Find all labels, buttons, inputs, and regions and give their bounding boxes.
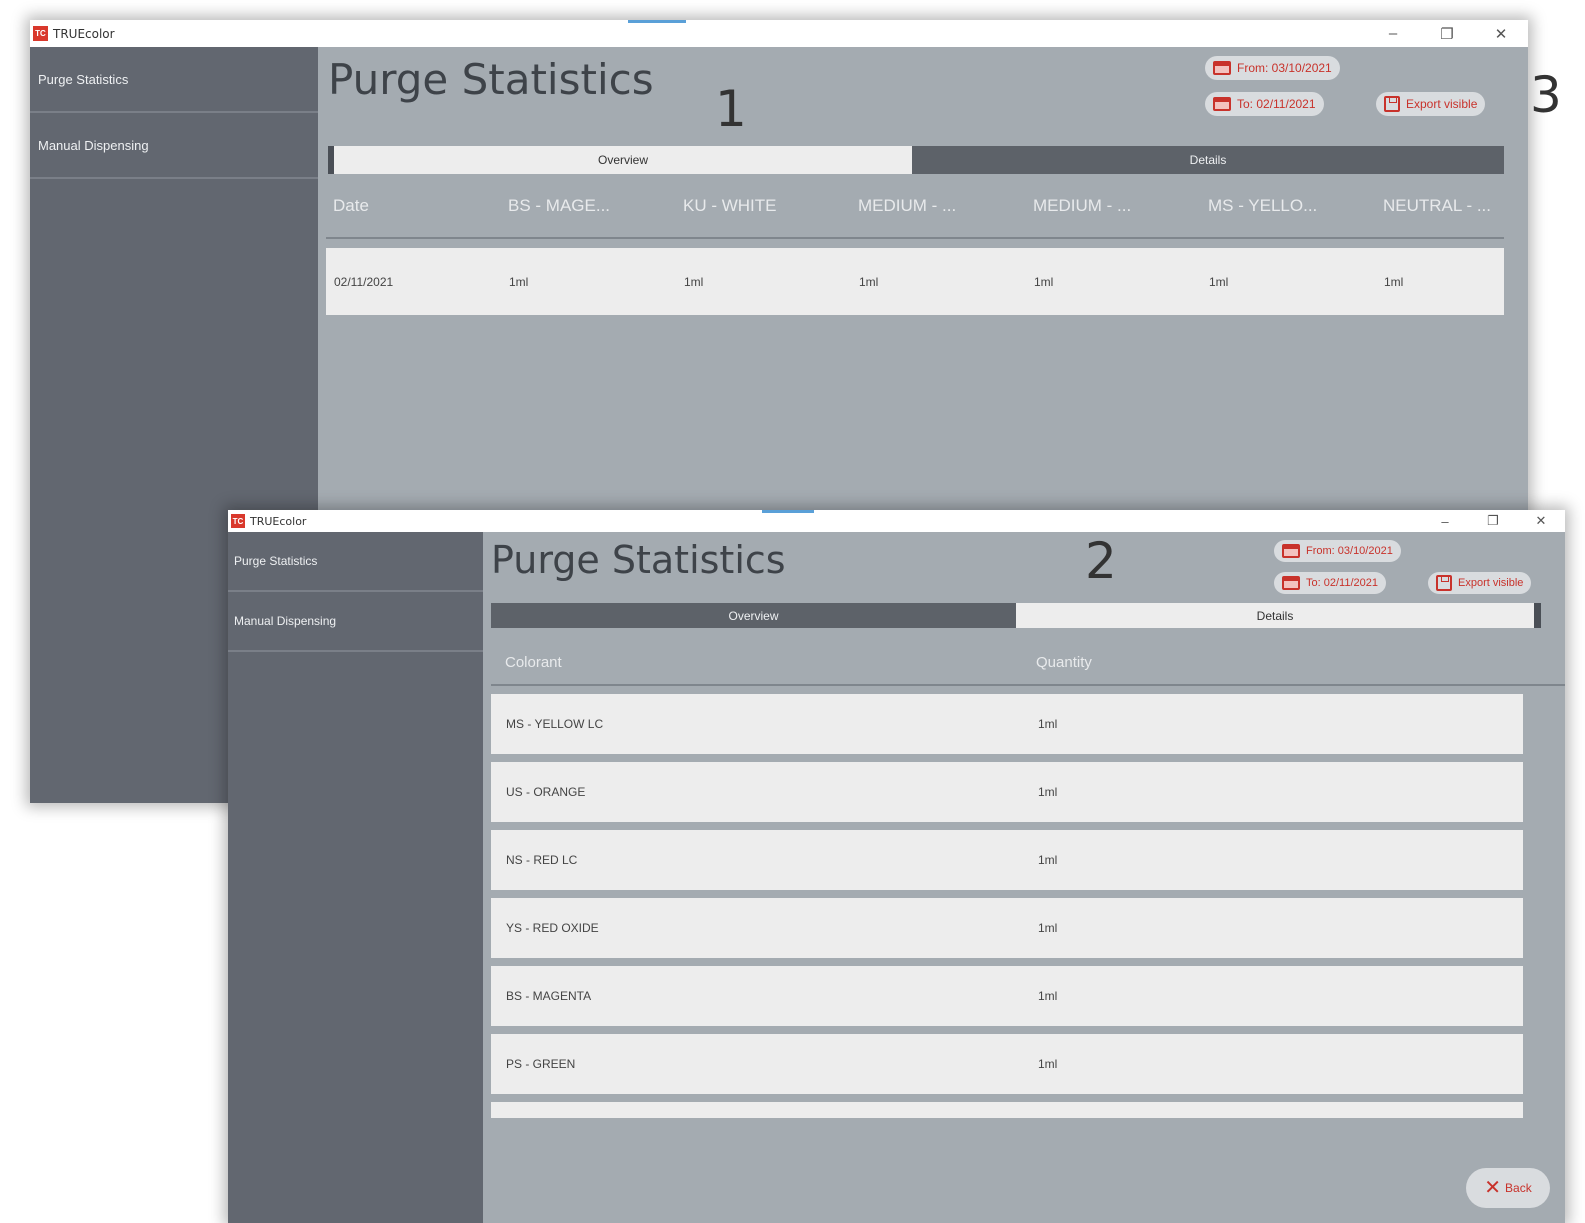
calendar-icon — [1282, 576, 1300, 590]
column-header[interactable]: NEUTRAL - ... — [1383, 196, 1491, 216]
maximize-button[interactable]: ❐ — [1420, 20, 1474, 47]
export-visible-button[interactable]: Export visible — [1428, 572, 1532, 594]
column-header-colorant[interactable]: Colorant — [505, 654, 562, 671]
table-cell: 1ml — [1384, 275, 1404, 289]
tab-bar: Overview Details — [491, 603, 1541, 628]
table-row[interactable]: YS - RED OXIDE 1ml — [491, 898, 1523, 958]
title-bar[interactable]: TC TRUEcolor – ❐ ✕ — [228, 510, 1565, 532]
export-visible-label: Export visible — [1406, 97, 1478, 111]
sidebar-item-manual-dispensing[interactable]: Manual Dispensing — [30, 113, 318, 179]
close-x-icon: ✕ — [1484, 1177, 1502, 1199]
header-divider — [491, 684, 1565, 686]
tab-overview[interactable]: Overview — [334, 146, 912, 174]
to-date-label: To: 02/11/2021 — [1306, 577, 1378, 589]
colorant-cell: US - ORANGE — [506, 785, 586, 799]
sidebar: Purge Statistics Manual Dispensing — [228, 532, 483, 1223]
quantity-cell: 1ml — [1038, 785, 1058, 799]
colorant-cell: BS - MAGENTA — [506, 989, 592, 1003]
export-visible-button[interactable]: Export visible — [1376, 92, 1486, 116]
sidebar-item-purge-statistics[interactable]: Purge Statistics — [30, 47, 318, 113]
table-cell: 1ml — [509, 275, 529, 289]
page-title: Purge Statistics — [328, 55, 654, 104]
table-cell: 02/11/2021 — [334, 275, 394, 289]
annotation-number-1: 1 — [715, 80, 747, 138]
title-bar[interactable]: TC TRUEcolor – ❐ ✕ — [30, 20, 1528, 47]
annotation-number-3: 3 — [1530, 66, 1562, 124]
app-title: TRUEcolor — [250, 514, 307, 528]
table-row[interactable]: PS - GREEN 1ml — [491, 1034, 1523, 1094]
table-row[interactable]: BS - MAGENTA 1ml — [491, 966, 1523, 1026]
title-accent — [762, 510, 814, 513]
column-header[interactable]: KU - WHITE — [683, 196, 777, 216]
minimize-button[interactable]: – — [1366, 20, 1420, 47]
column-header[interactable]: MS - YELLO... — [1208, 196, 1317, 216]
colorant-cell: YS - RED OXIDE — [506, 921, 599, 935]
sidebar-item-manual-dispensing[interactable]: Manual Dispensing — [228, 592, 483, 652]
to-date-button[interactable]: To: 02/11/2021 — [1274, 572, 1386, 594]
window-controls: – ❐ ✕ — [1366, 20, 1528, 47]
title-accent — [628, 20, 686, 23]
main-content: Purge Statistics From: 03/10/2021 To: 02… — [483, 532, 1565, 1125]
close-button[interactable]: ✕ — [1517, 510, 1565, 532]
save-icon — [1436, 575, 1452, 591]
header-divider — [326, 237, 1504, 239]
column-header-quantity[interactable]: Quantity — [1036, 654, 1092, 671]
table-row[interactable]: MS - YELLOW LC 1ml — [491, 694, 1523, 754]
sidebar-item-purge-statistics[interactable]: Purge Statistics — [228, 532, 483, 592]
from-date-label: From: 03/10/2021 — [1237, 61, 1332, 75]
quantity-cell: 1ml — [1038, 1057, 1058, 1071]
table-row[interactable]: NS - RED LC 1ml — [491, 830, 1523, 890]
column-header[interactable]: BS - MAGE... — [508, 196, 610, 216]
column-header[interactable]: MEDIUM - ... — [1033, 196, 1131, 216]
column-header[interactable]: MEDIUM - ... — [858, 196, 956, 216]
app-title: TRUEcolor — [53, 26, 115, 41]
back-button[interactable]: ✕ Back — [1466, 1168, 1550, 1208]
page-title: Purge Statistics — [491, 538, 786, 582]
colorant-cell: MS - YELLOW LC — [506, 717, 604, 731]
quantity-cell: 1ml — [1038, 921, 1058, 935]
table-cell: 1ml — [1209, 275, 1229, 289]
table-row-partial[interactable] — [491, 1102, 1523, 1118]
tab-details[interactable]: Details — [1016, 603, 1534, 628]
from-date-button[interactable]: From: 03/10/2021 — [1274, 540, 1401, 562]
minimize-button[interactable]: – — [1421, 510, 1469, 532]
back-label: Back — [1505, 1181, 1532, 1195]
calendar-icon — [1213, 97, 1231, 111]
colorant-cell: NS - RED LC — [506, 853, 578, 867]
maximize-button[interactable]: ❐ — [1469, 510, 1517, 532]
from-date-button[interactable]: From: 03/10/2021 — [1205, 56, 1340, 80]
tab-bar: Overview Details — [328, 146, 1504, 174]
from-date-label: From: 03/10/2021 — [1306, 545, 1393, 557]
table-cell: 1ml — [684, 275, 704, 289]
app-logo-icon: TC — [33, 26, 48, 41]
colorant-cell: PS - GREEN — [506, 1057, 576, 1071]
tab-indicator — [1534, 603, 1541, 628]
column-header[interactable]: Date — [333, 196, 369, 216]
tab-overview[interactable]: Overview — [491, 603, 1016, 628]
window-controls: – ❐ ✕ — [1421, 510, 1565, 532]
window-details: TC TRUEcolor – ❐ ✕ Purge Statistics Manu… — [228, 510, 1565, 1223]
table-cell: 1ml — [859, 275, 879, 289]
table-row[interactable]: US - ORANGE 1ml — [491, 762, 1523, 822]
save-icon — [1384, 96, 1400, 112]
to-date-button[interactable]: To: 02/11/2021 — [1205, 92, 1324, 116]
to-date-label: To: 02/11/2021 — [1237, 97, 1316, 111]
quantity-cell: 1ml — [1038, 717, 1058, 731]
calendar-icon — [1213, 61, 1231, 75]
calendar-icon — [1282, 544, 1300, 558]
quantity-cell: 1ml — [1038, 853, 1058, 867]
quantity-cell: 1ml — [1038, 989, 1058, 1003]
annotation-number-2: 2 — [1085, 532, 1117, 590]
export-visible-label: Export visible — [1458, 577, 1524, 589]
table-row[interactable]: 02/11/2021 1ml 1ml 1ml 1ml 1ml 1ml — [326, 248, 1504, 315]
tab-details[interactable]: Details — [912, 146, 1504, 174]
app-logo-icon: TC — [231, 514, 245, 528]
table-cell: 1ml — [1034, 275, 1054, 289]
close-button[interactable]: ✕ — [1474, 20, 1528, 47]
